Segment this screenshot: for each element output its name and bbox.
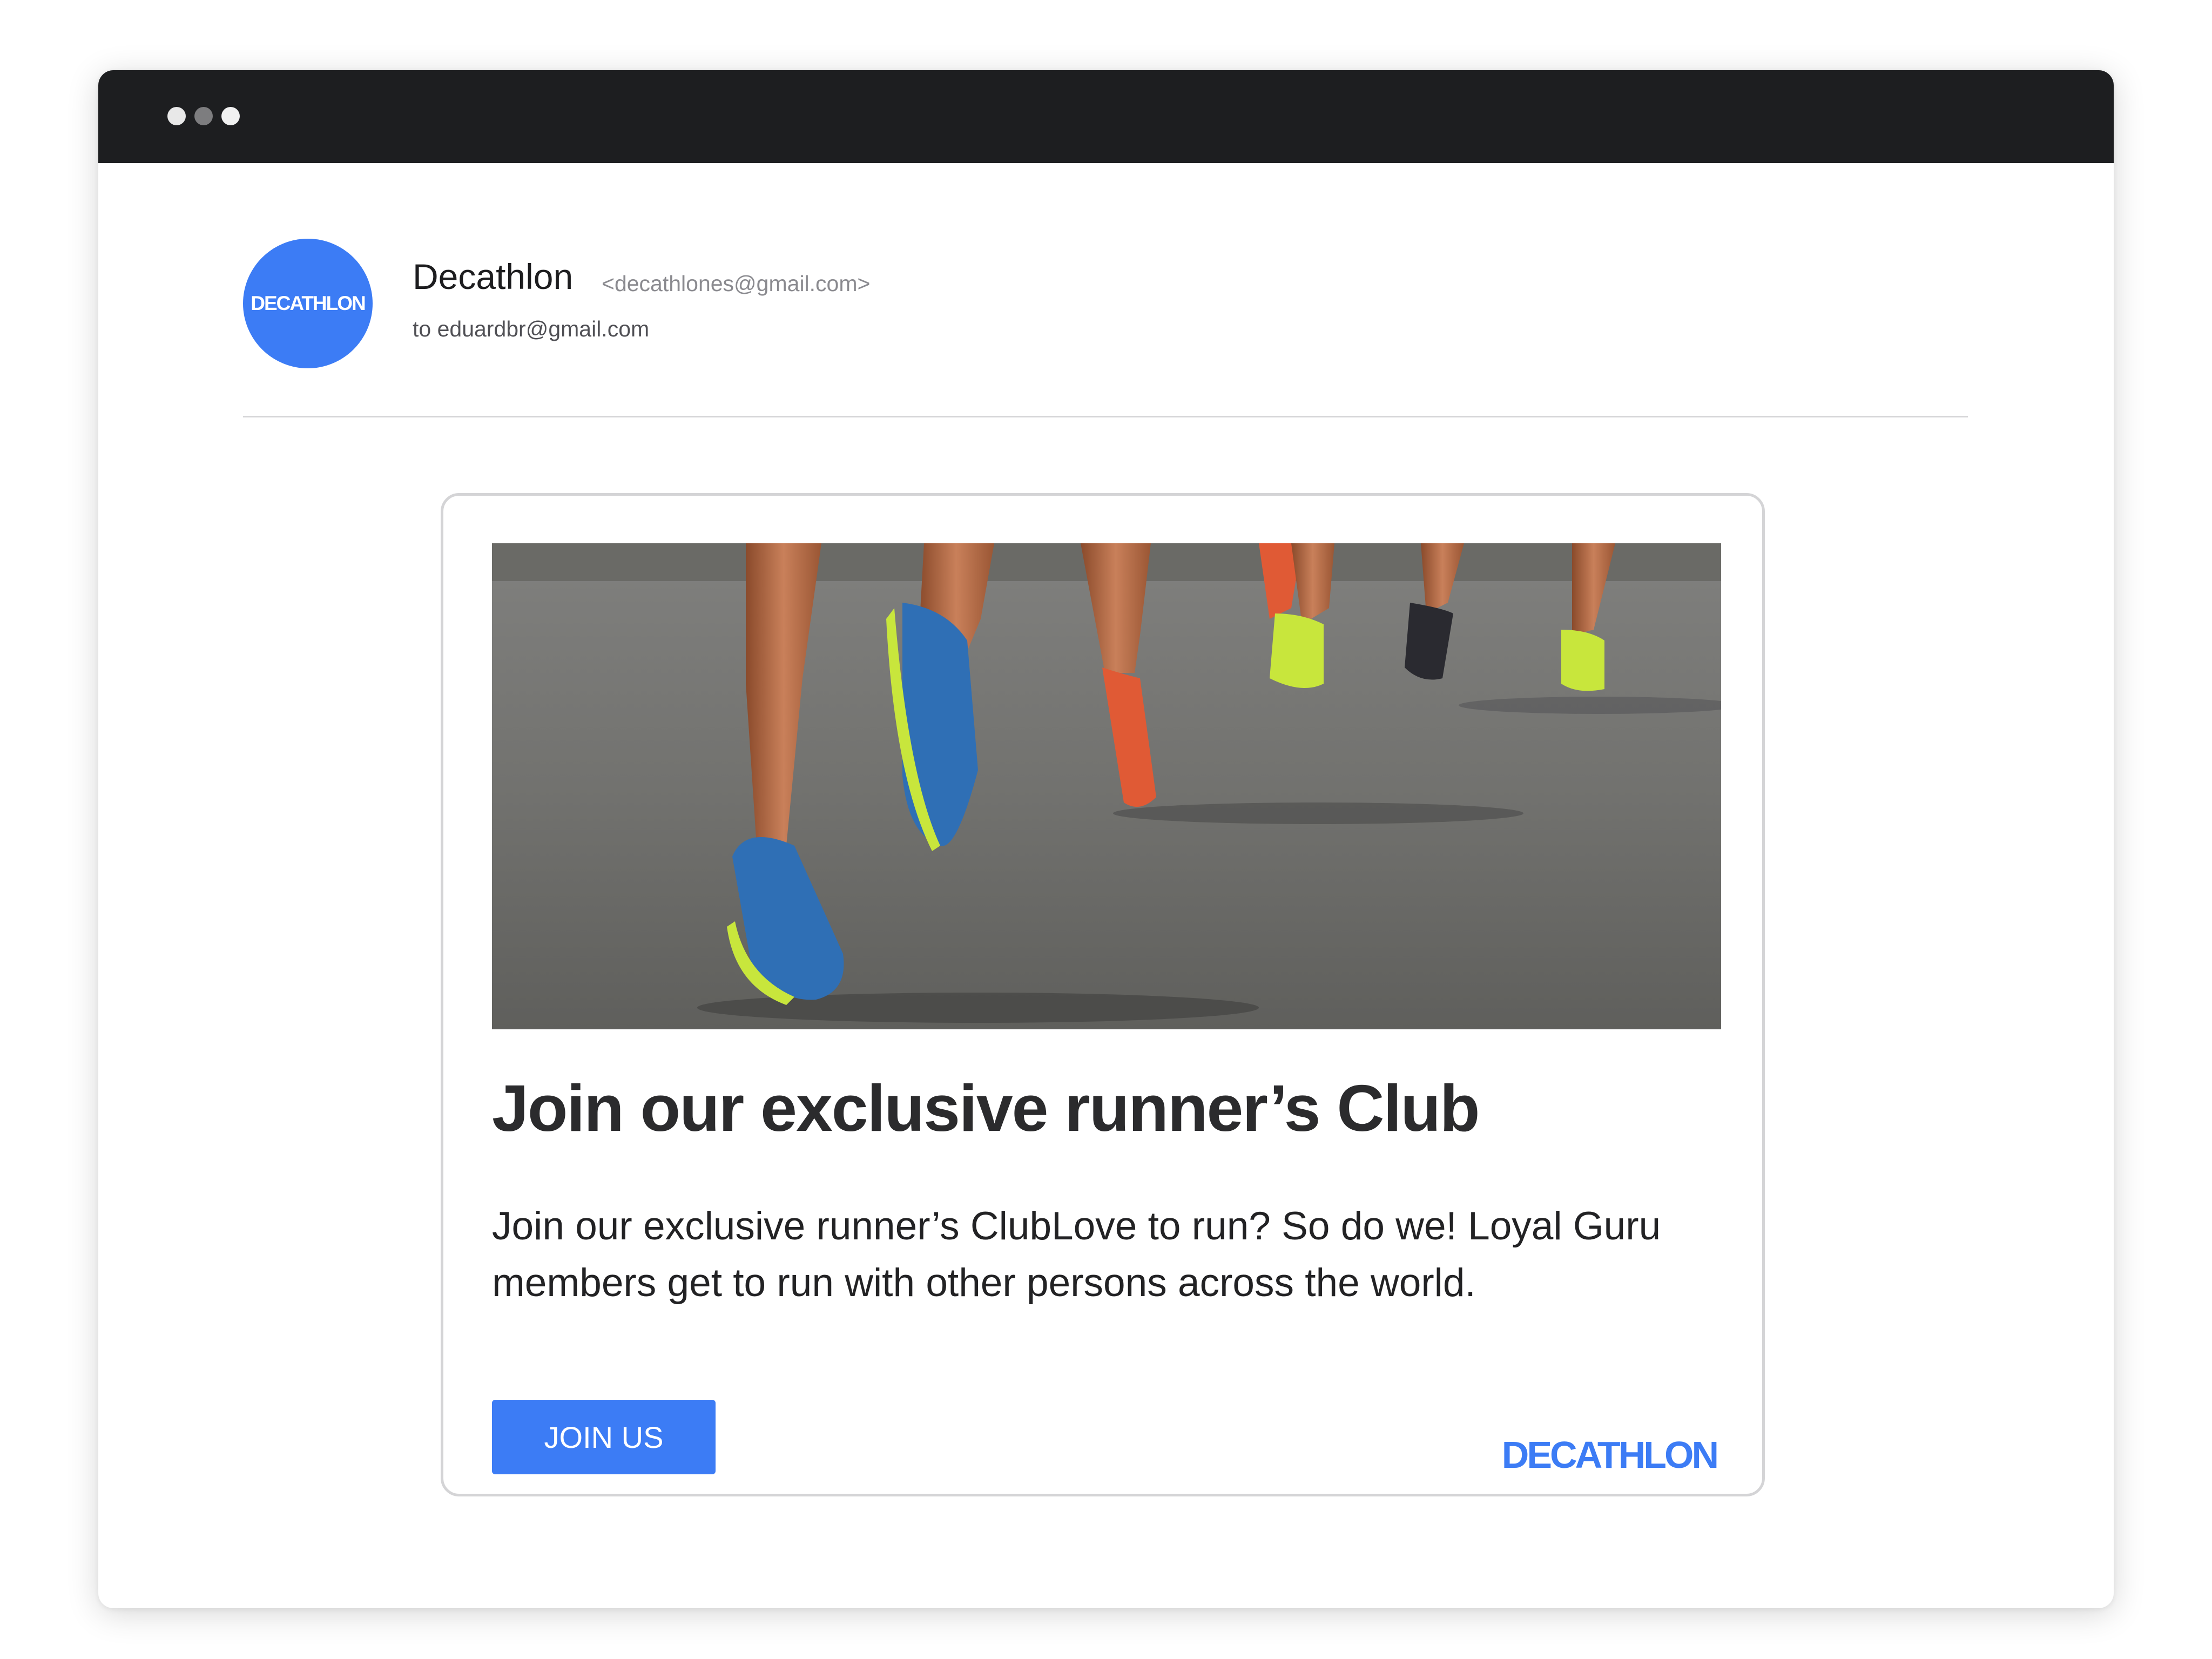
- email-window: DECATHLON Decathlon <decathlones@gmail.c…: [98, 70, 2114, 1608]
- newsletter-card: Join our exclusive runner’s Club Join ou…: [441, 493, 1765, 1496]
- recipient-line: to eduardbr@gmail.com: [413, 316, 650, 341]
- sender-name: Decathlon: [413, 257, 574, 296]
- runners-illustration: [492, 543, 1721, 1029]
- card-body-text: Join our exclusive runner’s ClubLove to …: [492, 1204, 1661, 1305]
- card-title: Join our exclusive runner’s Club: [492, 1071, 1480, 1145]
- sender-avatar[interactable]: DECATHLON: [243, 239, 373, 368]
- header-divider: [243, 416, 1968, 417]
- join-us-button[interactable]: JOIN US: [492, 1400, 716, 1474]
- avatar-logo-text: DECATHLON: [251, 292, 366, 314]
- window-maximize-button[interactable]: [221, 107, 240, 125]
- hero-image-runners: [492, 543, 1721, 1029]
- sender-email: <decathlones@gmail.com>: [602, 271, 871, 296]
- decathlon-logo: DECATHLON: [1501, 1434, 1719, 1476]
- window-minimize-button[interactable]: [194, 107, 213, 125]
- window-close-button[interactable]: [167, 107, 186, 125]
- window-titlebar: [98, 70, 2114, 163]
